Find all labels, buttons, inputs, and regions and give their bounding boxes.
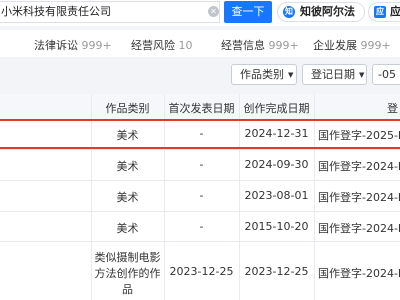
tab-development-count: 999+: [360, 39, 391, 52]
cell-completed: 2024-12-31: [244, 127, 309, 140]
cell-reg-no: 国作登字-2025-F-0: [318, 129, 400, 142]
app-icon: 应: [374, 6, 386, 18]
tab-risk[interactable]: 经营风险 10: [131, 37, 193, 53]
cell-completed: 2024-09-30: [244, 158, 309, 171]
cell-first-pub: -: [199, 189, 204, 202]
cell-completed: 2023-08-01: [244, 189, 309, 202]
zhibi-alpha-icon: 知: [283, 6, 295, 18]
clear-icon[interactable]: ✕: [208, 6, 219, 17]
tab-operation-count: 999+: [268, 39, 299, 52]
date-filter-dropdown[interactable]: 登记日期 ▼: [302, 64, 367, 85]
row-divider: [0, 149, 400, 150]
header-reg-no: 登: [387, 102, 398, 115]
app-button[interactable]: 应 应用: [368, 2, 400, 22]
cell-reg-no: 国作登字-2024-F-0: [318, 222, 400, 235]
cell-completed: 2023-12-25: [244, 265, 309, 278]
cell-category: 美术: [116, 222, 139, 235]
cell-category-line: 方法创作的作: [94, 267, 161, 280]
extra-filter-label: -05: [378, 68, 396, 81]
cell-category: 美术: [116, 191, 139, 204]
cell-first-pub: -: [199, 158, 204, 171]
cell-reg-no: 国作登字-2024-I-0: [318, 267, 400, 280]
tab-legal[interactable]: 法律诉讼 999+: [34, 37, 112, 53]
cell-reg-no: 国作登字-2024-F-0: [318, 191, 400, 204]
tab-legal-label: 法律诉讼: [34, 39, 78, 52]
cell-category-line: 品: [122, 283, 133, 296]
zhibi-alpha-label: 知彼阿尔法: [300, 5, 355, 18]
top-search-bar: 小米科技有限责任公司 ✕ 查一下 知 知彼阿尔法 应 应用: [0, 0, 400, 26]
date-filter-label: 登记日期: [311, 68, 355, 81]
cell-completed: 2015-10-20: [244, 220, 309, 233]
chevron-down-icon: ▼: [359, 71, 365, 79]
search-button[interactable]: 查一下: [224, 1, 272, 23]
section-tabs: 法律诉讼 999+ 经营风险 10 经营信息 999+ 企业发展 999+: [0, 30, 400, 57]
tab-operation[interactable]: 经营信息 999+: [221, 37, 299, 53]
chevron-down-icon: ▼: [288, 71, 294, 79]
tab-operation-label: 经营信息: [221, 39, 265, 52]
cell-first-pub: 2023-12-25: [169, 265, 234, 278]
tab-development[interactable]: 企业发展 999+: [313, 37, 391, 53]
header-category: 作品类别: [105, 102, 150, 115]
cell-category: 美术: [116, 160, 139, 173]
filter-bar: 作品类别 ▼ 登记日期 ▼ -05: [0, 57, 400, 94]
category-filter-label: 作品类别: [240, 68, 284, 81]
category-filter-dropdown[interactable]: 作品类别 ▼: [231, 64, 297, 85]
col-divider: [314, 94, 315, 300]
tab-development-label: 企业发展: [313, 39, 357, 52]
app-label: 应用: [390, 5, 400, 18]
row-divider: [0, 241, 400, 242]
tab-risk-label: 经营风险: [131, 39, 175, 52]
row-divider: [0, 180, 400, 181]
tab-legal-count: 999+: [81, 39, 112, 52]
extra-filter-dropdown[interactable]: -05: [372, 64, 400, 85]
row-divider: [0, 119, 400, 120]
search-input[interactable]: 小米科技有限责任公司: [0, 1, 220, 23]
cell-category-line: 类似摄制电影: [94, 251, 161, 264]
row-divider: [0, 211, 400, 212]
cell-first-pub: -: [199, 127, 204, 140]
header-completed: 创作完成日期: [243, 102, 310, 115]
header-first-pub: 首次发表日期: [168, 102, 235, 115]
cell-category: 美术: [116, 129, 139, 142]
tab-risk-count: 10: [178, 39, 193, 52]
cell-first-pub: -: [199, 220, 204, 233]
zhibi-alpha-button[interactable]: 知 知彼阿尔法: [277, 2, 365, 22]
cell-reg-no: 国作登字-2024-F-0: [318, 160, 400, 173]
